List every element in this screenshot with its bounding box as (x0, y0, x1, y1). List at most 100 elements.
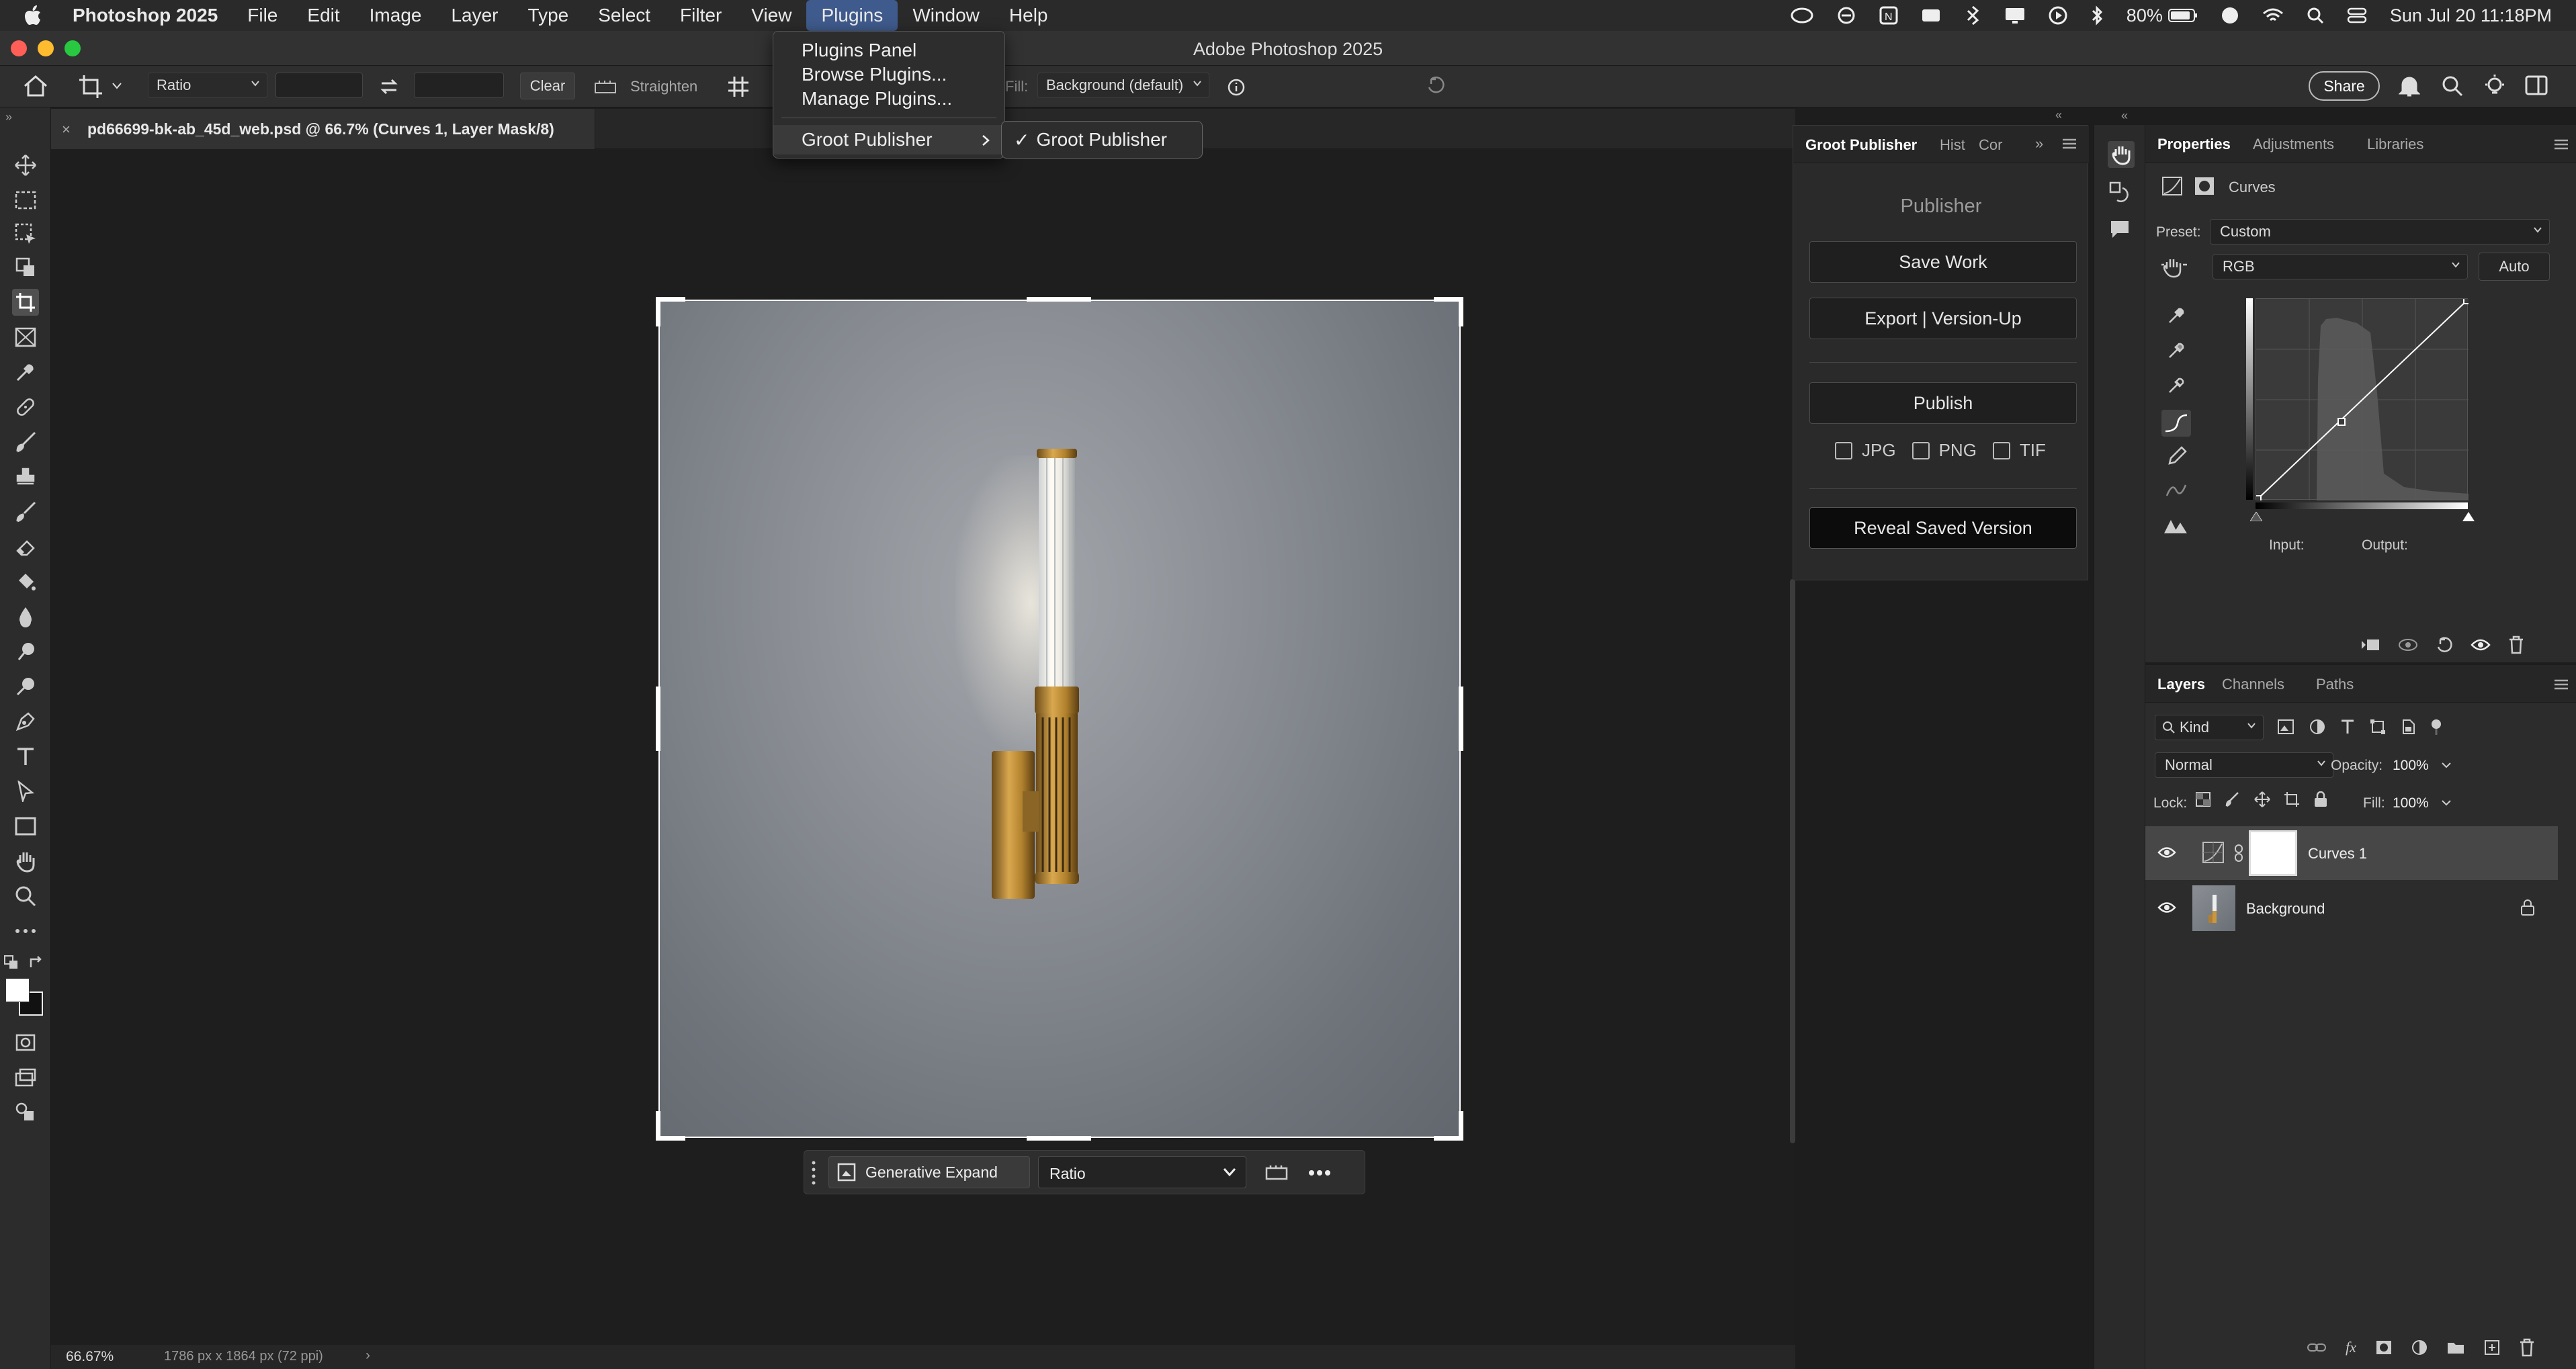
layer-mask-icon[interactable] (2194, 176, 2215, 196)
menu-type[interactable]: Type (513, 0, 584, 31)
export-version-up-button[interactable]: Export | Version-Up (1809, 298, 2077, 339)
publish-button[interactable]: Publish (1809, 382, 2077, 424)
toggle-visibility-icon[interactable] (2471, 637, 2491, 652)
bluetooth-alt-icon[interactable] (1964, 5, 1981, 26)
control-center-icon[interactable] (2347, 7, 2367, 24)
opacity-chevron-icon[interactable] (2441, 760, 2452, 770)
lock-position-icon[interactable] (2254, 791, 2270, 807)
new-adjustment-layer-icon[interactable] (2411, 1339, 2428, 1356)
crop-handle-bottom[interactable] (1027, 1136, 1091, 1141)
spotlight-icon[interactable] (2307, 7, 2324, 24)
clipping-warning-icon[interactable] (2163, 516, 2190, 535)
frame-tool-icon[interactable] (12, 324, 39, 351)
clear-button[interactable]: Clear (520, 73, 575, 99)
expand-tabs-icon[interactable]: » (2035, 135, 2043, 152)
jpg-checkbox[interactable]: JPG (1835, 440, 1896, 461)
history-brush-tool-icon[interactable] (12, 498, 39, 525)
lock-transparent-pixels-icon[interactable] (2195, 791, 2211, 807)
crop-tool-icon[interactable] (78, 74, 103, 99)
fill-select[interactable]: Background (default) (1037, 73, 1209, 98)
user-icon[interactable] (2221, 6, 2239, 25)
delete-adjustment-icon[interactable] (2508, 635, 2524, 654)
tool-preset-chevron-icon[interactable] (112, 82, 122, 90)
workspace-icon[interactable] (2525, 75, 2548, 95)
close-tab-icon[interactable]: × (62, 121, 71, 138)
display-icon[interactable] (2004, 7, 2026, 24)
object-selection-tool-icon[interactable] (12, 220, 39, 247)
panel-collapse-arrows[interactable]: « (2055, 108, 2062, 122)
panel-menu-icon[interactable] (2062, 138, 2077, 150)
discover-lightbulb-icon[interactable] (2483, 74, 2506, 98)
crop-handle-top[interactable] (1027, 297, 1091, 302)
zoom-tool-icon[interactable] (12, 883, 39, 910)
submenu-item-groot-publisher[interactable]: Groot Publisher (1036, 129, 1167, 150)
crop-width-input[interactable] (275, 73, 363, 98)
filter-type-icon[interactable] (2340, 719, 2355, 735)
layer-name-background[interactable]: Background (2246, 900, 2325, 918)
filter-smart-object-icon[interactable] (2401, 719, 2415, 735)
menu-select[interactable]: Select (583, 0, 665, 31)
menu-layer[interactable]: Layer (436, 0, 513, 31)
eyedropper-tool-icon[interactable] (12, 359, 39, 386)
tif-checkbox[interactable]: TIF (1992, 440, 2046, 461)
tab-comments[interactable]: Cor (1979, 136, 2002, 154)
edit-points-curve-icon[interactable] (2161, 410, 2191, 437)
new-group-folder-icon[interactable] (2446, 1340, 2465, 1355)
filter-shape-icon[interactable] (2370, 719, 2386, 735)
curves-graph[interactable] (2256, 298, 2468, 500)
delete-layer-icon[interactable] (2519, 1338, 2535, 1357)
crop-handle-bottom-right[interactable] (1434, 1111, 1463, 1141)
groot-hand-icon[interactable] (2108, 141, 2135, 168)
document-info[interactable]: 1786 px x 1864 px (72 ppi) (164, 1349, 323, 1364)
link-layers-icon[interactable] (2307, 1341, 2327, 1354)
crop-tool-icon[interactable] (12, 289, 39, 316)
hand-tool-icon[interactable] (12, 848, 39, 875)
preset-select[interactable]: Custom (2210, 219, 2550, 245)
clone-stamp-tool-icon[interactable] (12, 463, 39, 490)
layer-row-background[interactable]: Background (2145, 881, 2558, 935)
zoom-magnifier-tool-icon[interactable] (12, 673, 39, 700)
draw-curve-pencil-icon[interactable] (2167, 446, 2187, 466)
overlay-grid-icon[interactable] (727, 75, 750, 98)
tab-channels[interactable]: Channels (2222, 676, 2284, 693)
channel-select[interactable]: RGB (2213, 254, 2468, 279)
eraser-tool-icon[interactable] (12, 533, 39, 560)
menu-help[interactable]: Help (994, 0, 1063, 31)
tab-adjustments[interactable]: Adjustments (2253, 136, 2334, 153)
share-button[interactable]: Share (2309, 71, 2380, 101)
menu-image[interactable]: Image (355, 0, 437, 31)
targeted-adjustment-hand-icon[interactable] (2160, 257, 2187, 278)
menu-item-groot-publisher[interactable]: Groot Publisher (773, 125, 1004, 154)
png-checkbox[interactable]: PNG (1912, 440, 1977, 461)
paint-bucket-tool-icon[interactable] (12, 568, 39, 595)
lock-artboard-icon[interactable] (2284, 791, 2300, 807)
sync-icon[interactable] (1836, 5, 1856, 26)
layer-row-curves[interactable]: Curves 1 (2145, 826, 2558, 880)
opacity-value[interactable]: 100% (2393, 758, 2429, 774)
quick-mask-icon[interactable] (12, 1029, 39, 1056)
tab-history[interactable]: Hist (1940, 136, 1965, 154)
type-tool-icon[interactable] (12, 743, 39, 770)
menu-item-plugins-panel[interactable]: Plugins Panel (773, 38, 1004, 62)
fill-chevron-icon[interactable] (2441, 798, 2452, 807)
blur-tool-icon[interactable] (12, 603, 39, 630)
view-previous-state-icon[interactable] (2398, 637, 2418, 653)
search-icon[interactable] (2442, 75, 2463, 97)
layer-style-fx-icon[interactable]: fx (2346, 1339, 2356, 1356)
info-icon[interactable] (1227, 78, 1246, 97)
marquee-tool-icon[interactable] (12, 187, 39, 214)
menu-plugins[interactable]: Plugins (806, 0, 898, 31)
sample-white-point-icon[interactable] (2167, 375, 2186, 395)
crop-height-input[interactable] (414, 73, 504, 98)
filter-adjustment-icon[interactable] (2309, 719, 2325, 735)
menu-file[interactable]: File (232, 0, 292, 31)
straighten-label[interactable]: Straighten (630, 78, 697, 95)
crop-handle-bottom-left[interactable] (656, 1111, 685, 1141)
clip-to-layer-icon[interactable] (2360, 637, 2380, 653)
clock[interactable]: Sun Jul 20 11:18PM (2390, 5, 2552, 26)
play-icon[interactable] (2049, 6, 2067, 25)
lock-image-pixels-icon[interactable] (2225, 791, 2241, 807)
blend-mode-select[interactable]: Normal (2155, 752, 2333, 778)
mask-link-icon[interactable] (2234, 844, 2243, 863)
reveal-saved-version-button[interactable]: Reveal Saved Version (1809, 507, 2077, 549)
